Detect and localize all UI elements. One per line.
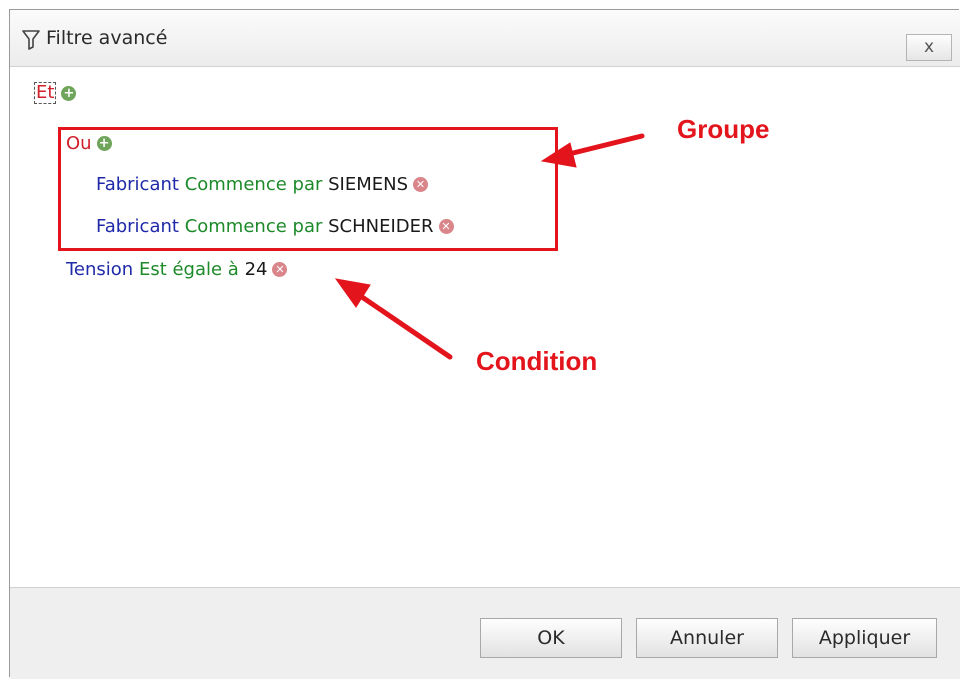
filter-tree: Et + Ou + Fabricant Commence par SIEMENS… <box>10 67 960 587</box>
dialog-footer: OK Annuler Appliquer <box>10 587 960 679</box>
filter-icon <box>22 30 40 50</box>
apply-button[interactable]: Appliquer <box>792 618 937 658</box>
annotation-condition-label: Condition <box>476 346 598 376</box>
condition-arrow <box>334 278 453 360</box>
dialog-title: Filtre avancé <box>46 27 168 49</box>
group-arrow <box>540 133 645 168</box>
cancel-button[interactable]: Annuler <box>636 618 778 658</box>
close-button[interactable]: x <box>906 34 952 61</box>
ok-button[interactable]: OK <box>480 618 622 658</box>
title-bar: Filtre avancé x <box>10 10 960 67</box>
advanced-filter-dialog: Filtre avancé x Et + Ou + Fabricant Comm… <box>9 9 960 679</box>
annotation-group-label: Groupe <box>677 114 770 144</box>
annotation-arrows <box>334 133 645 360</box>
